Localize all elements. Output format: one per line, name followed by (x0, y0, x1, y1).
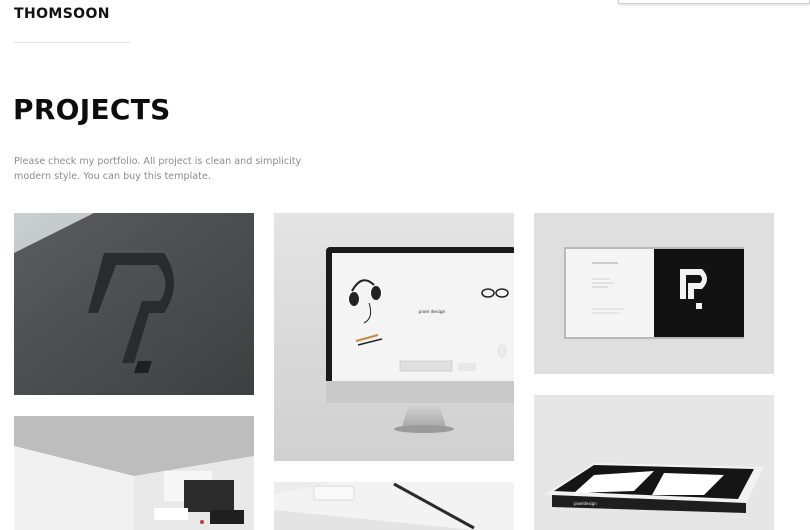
open-book-image (534, 213, 774, 374)
brochure-stationery-image (14, 416, 254, 530)
desk-stationery-image (274, 482, 514, 530)
monitor-mockup-image: pixel design (274, 213, 514, 461)
floating-panel (618, 0, 810, 4)
page-description: Please check my portfolio. All project i… (14, 156, 302, 182)
project-card-desk[interactable] (274, 482, 514, 530)
project-card-brochure[interactable] (14, 416, 254, 530)
project-card-open-book[interactable] (534, 213, 774, 374)
project-card-monitor[interactable]: pixel design (274, 213, 514, 461)
project-card-embossed-logo[interactable] (14, 213, 254, 395)
closed-book-image: pixeldesign (534, 395, 774, 530)
portfolio-page: THOMSOON PROJECTS Please check my portfo… (0, 0, 810, 530)
embossed-logo-card-image (14, 213, 254, 395)
brand-divider (14, 42, 130, 43)
page-title: PROJECTS (13, 93, 171, 126)
brand-logo[interactable]: THOMSOON (14, 6, 110, 22)
project-card-closed-book[interactable]: pixeldesign (534, 395, 774, 530)
book-spine-brand: pixeldesign (574, 501, 597, 506)
monitor-screen-brand: pixel design (418, 309, 445, 315)
